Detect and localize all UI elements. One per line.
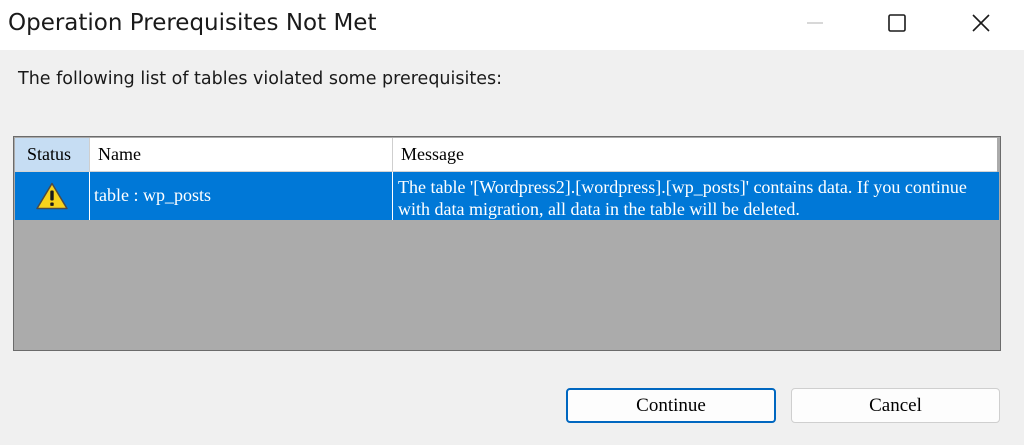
instruction-text: The following list of tables violated so… — [18, 69, 503, 89]
column-header-message[interactable]: Message — [393, 138, 997, 172]
continue-button[interactable]: Continue — [566, 388, 776, 423]
name-cell: table : wp_posts — [90, 172, 393, 220]
title-bar: Operation Prerequisites Not Met — [0, 0, 1024, 50]
table-row[interactable]: table : wp_posts The table '[Wordpress2]… — [15, 172, 999, 220]
minimize-button[interactable] — [792, 0, 838, 46]
window-title: Operation Prerequisites Not Met — [8, 10, 377, 36]
close-button[interactable] — [958, 0, 1004, 46]
maximize-button[interactable] — [874, 0, 920, 46]
minimize-icon — [807, 22, 823, 24]
prerequisites-table[interactable]: Status Name Message table : wp_posts The… — [13, 136, 1001, 351]
status-cell — [15, 172, 90, 220]
cancel-button[interactable]: Cancel — [791, 388, 1000, 423]
message-cell: The table '[Wordpress2].[wordpress].[wp_… — [398, 177, 967, 219]
column-header-status[interactable]: Status — [15, 138, 90, 172]
column-header-name[interactable]: Name — [90, 138, 393, 172]
close-icon — [972, 14, 990, 32]
maximize-icon — [888, 14, 906, 32]
warning-icon — [36, 182, 68, 210]
